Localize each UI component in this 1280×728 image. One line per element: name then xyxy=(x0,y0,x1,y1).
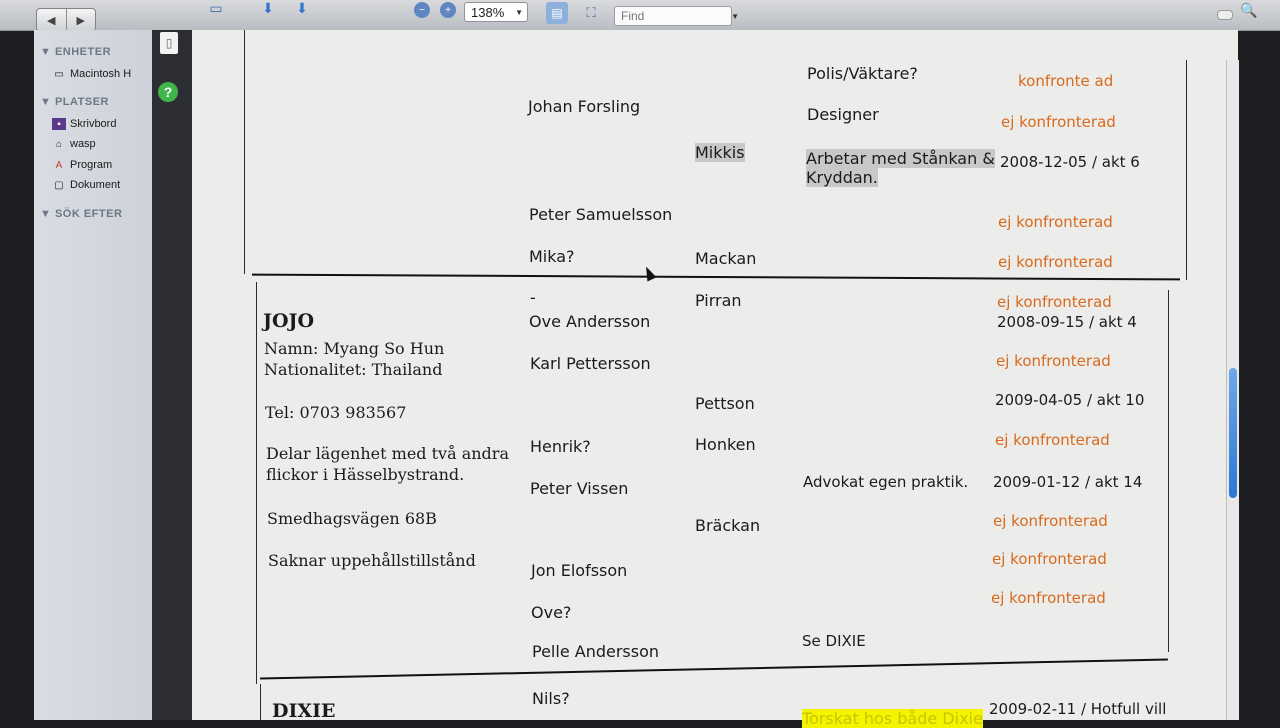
note-highlighted: Kryddan. xyxy=(806,168,878,187)
note-highlighted: Torskat hos både Dixie xyxy=(802,709,983,728)
case-date: 2008-09-15 / akt 4 xyxy=(997,313,1137,331)
status-text: konfronte ad xyxy=(1018,72,1114,90)
vertical-scrollbar[interactable] xyxy=(1226,60,1239,720)
table-right-border xyxy=(1168,290,1169,652)
zoom-out-icon[interactable]: − xyxy=(414,2,430,18)
person-name: Karl Pettersson xyxy=(530,354,651,373)
sidebar-item-skrivbord[interactable]: ▪ Skrivbord xyxy=(52,118,116,130)
subject-info: Tel: 0703 983567 xyxy=(265,403,407,422)
help-icon[interactable]: ? xyxy=(158,82,178,102)
case-date: 2009-02-11 / Hotfull vill xyxy=(989,700,1167,718)
table-left-border xyxy=(244,30,245,274)
subject-info: Smedhagsvägen 68B xyxy=(267,509,437,528)
document-icon[interactable]: ▯ xyxy=(160,32,178,54)
fullscreen-icon[interactable]: ⛶ xyxy=(582,4,600,22)
note: Advokat egen praktik. xyxy=(803,473,969,491)
person-name: Henrik? xyxy=(530,437,591,456)
finder-sidebar: ▼ ENHETER ▭ Macintosh H ▼ PLATSER ▪ Skri… xyxy=(34,30,153,720)
alias-highlighted: Mikkis xyxy=(695,143,745,162)
status-text: ej konfronterad xyxy=(995,431,1110,449)
subject-info: Nationalitet: Thailand xyxy=(264,360,443,379)
zoom-value: 138% xyxy=(471,4,505,20)
sidebar-item-dokument[interactable]: ▢ Dokument xyxy=(52,179,120,191)
table-left-border xyxy=(256,282,257,684)
sidebar-heading-enheter[interactable]: ▼ ENHETER xyxy=(40,46,111,58)
note: Polis/Väktare? xyxy=(807,64,918,83)
history-nav: ◀ ▶ xyxy=(36,8,96,32)
status-text: ej konfronterad xyxy=(998,253,1113,271)
window-resize-control[interactable] xyxy=(1217,10,1233,20)
status-text: ej konfronterad xyxy=(997,293,1112,311)
applications-icon: A xyxy=(55,159,63,171)
previous-page-icon[interactable]: ⬇ xyxy=(258,0,278,16)
note: Se DIXIE xyxy=(802,632,866,650)
person-name: Nils? xyxy=(532,689,570,708)
search-icon[interactable]: 🔍 xyxy=(1240,2,1257,19)
sidebar-toggle-icon[interactable]: ▭ xyxy=(204,0,228,16)
single-page-view-icon[interactable]: ▤ xyxy=(546,2,568,24)
chevron-down-icon: ▼ xyxy=(731,11,739,21)
alias: Honken xyxy=(695,435,756,454)
subject-info: Delar lägenhet med två andra flickor i H… xyxy=(266,444,509,484)
chevron-down-icon: ▼ xyxy=(515,7,523,17)
alias: Pettson xyxy=(695,394,755,413)
sidebar-item-program[interactable]: A Program xyxy=(52,159,113,171)
person-name: Ove Andersson xyxy=(529,312,651,331)
desktop-icon: ▪ xyxy=(52,118,66,130)
person-name: - xyxy=(530,288,536,307)
documents-folder-icon: ▢ xyxy=(54,179,64,191)
sidebar-heading-sok-efter[interactable]: ▼ SÖK EFTER xyxy=(40,208,122,220)
subject-name: DIXIE xyxy=(272,700,336,722)
forward-arrow-icon[interactable]: ▶ xyxy=(65,9,96,31)
status-text: ej konfronterad xyxy=(998,213,1113,231)
find-input[interactable]: Find ▼ xyxy=(614,6,739,26)
sidebar-heading-platser[interactable]: ▼ PLATSER xyxy=(40,96,109,108)
status-text: ej konfronterad xyxy=(992,550,1107,568)
zoom-level-field[interactable]: 138% ▼ xyxy=(464,2,528,22)
subject-name: JOJO xyxy=(263,310,315,332)
toolbar: ◀ ▶ ▭ ⬇ ⬇ − + 138% ▼ ▤ ⛶ Find ▼ 🔍 xyxy=(0,0,1280,32)
sidebar-item-wasp[interactable]: ⌂ wasp xyxy=(52,138,96,150)
next-page-icon[interactable]: ⬇ xyxy=(292,0,312,16)
zoom-in-icon[interactable]: + xyxy=(440,2,456,18)
back-arrow-icon[interactable]: ◀ xyxy=(37,9,66,31)
status-text: ej konfronterad xyxy=(1001,113,1116,131)
note-highlighted: Arbetar med Stånkan & xyxy=(806,149,995,168)
status-text: ej konfronterad xyxy=(991,589,1106,607)
status-text: ej konfronterad xyxy=(996,352,1111,370)
alias: Mackan xyxy=(695,249,757,268)
scrollbar-thumb[interactable] xyxy=(1229,368,1237,498)
alias: Pirran xyxy=(695,291,742,310)
case-date: 2009-04-05 / akt 10 xyxy=(995,391,1145,409)
case-date: 2009-01-12 / akt 14 xyxy=(993,473,1143,491)
subject-info: Namn: Myang So Hun xyxy=(264,339,445,358)
person-name: Johan Forsling xyxy=(528,97,641,116)
person-name: Pelle Andersson xyxy=(532,642,660,661)
subject-info: Saknar uppehållstillstånd xyxy=(268,551,476,570)
case-date: 2008-12-05 / akt 6 xyxy=(1000,153,1140,171)
status-text: ej konfronterad xyxy=(993,512,1108,530)
person-name: Peter Vissen xyxy=(530,479,629,498)
sidebar-item-macintosh-hd[interactable]: ▭ Macintosh H xyxy=(52,68,131,80)
table-right-border xyxy=(1186,60,1187,280)
document-side-strip: ▯ ? xyxy=(152,30,192,720)
person-name: Ove? xyxy=(531,603,572,622)
person-name: Jon Elofsson xyxy=(531,561,628,580)
find-placeholder: Find xyxy=(621,9,645,23)
table-left-border xyxy=(260,684,261,720)
alias: Bräckan xyxy=(695,516,761,535)
person-name: Peter Samuelsson xyxy=(529,205,673,224)
home-icon: ⌂ xyxy=(55,138,63,150)
hard-drive-icon: ▭ xyxy=(54,68,64,80)
note: Designer xyxy=(807,105,879,124)
person-name: Mika? xyxy=(529,247,575,266)
